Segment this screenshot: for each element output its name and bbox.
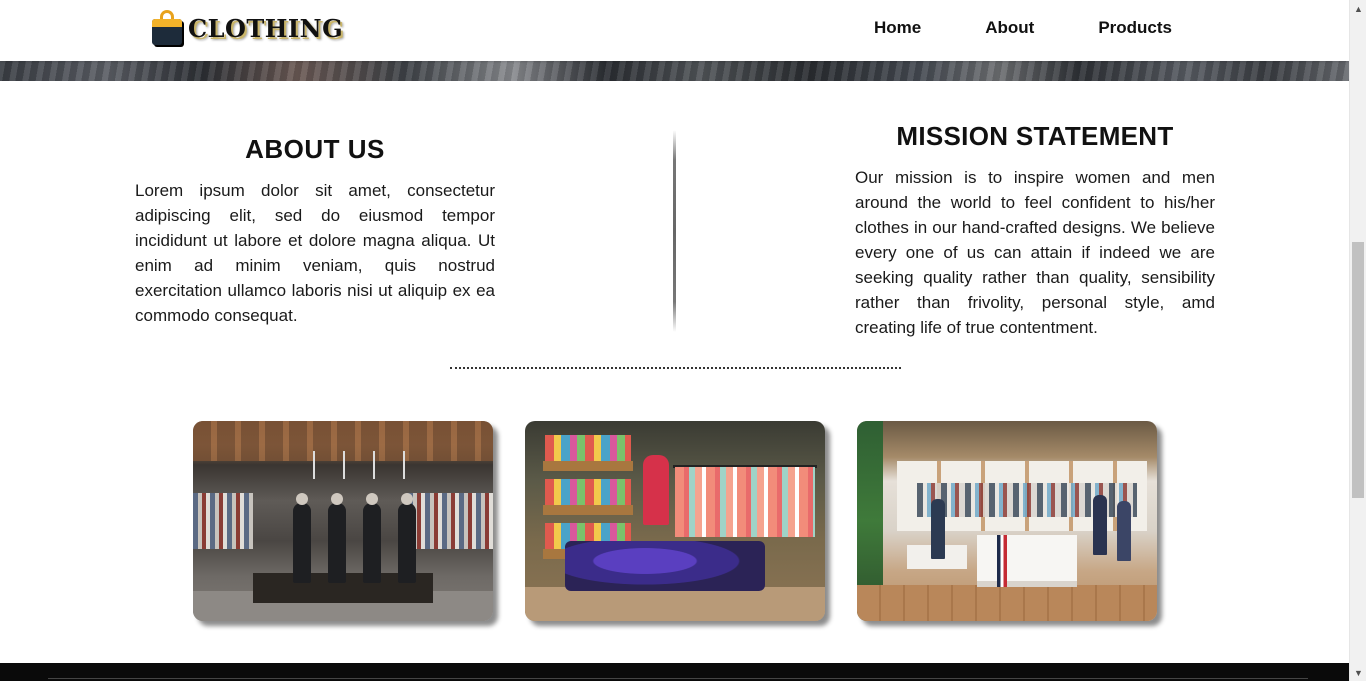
store-photo-1 <box>193 421 493 621</box>
nav-link-products[interactable]: Products <box>1098 18 1172 38</box>
logo-text: CLOTHING <box>188 13 344 43</box>
nav-link-about[interactable]: About <box>985 18 1034 38</box>
hero-banner-image <box>0 58 1349 81</box>
vertical-divider <box>673 130 676 332</box>
scroll-up-arrow-icon[interactable]: ▲ <box>1350 0 1366 17</box>
site-header: CLOTHING Home About Products <box>0 0 1349 61</box>
dotted-divider <box>450 367 901 369</box>
store-photo-3 <box>857 421 1157 621</box>
about-text: Lorem ipsum dolor sit amet, consectetur … <box>135 181 495 325</box>
store-gallery <box>193 421 1157 621</box>
mission-section: MISSION STATEMENT Our mission is to insp… <box>855 121 1215 340</box>
shopping-bag-icon <box>150 10 184 46</box>
about-section: ABOUT US Lorem ipsum dolor sit amet, con… <box>135 134 495 328</box>
mission-text: Our mission is to inspire women and men … <box>855 168 1215 337</box>
store-photo-2 <box>525 421 825 621</box>
scroll-down-arrow-icon[interactable]: ▼ <box>1350 664 1366 681</box>
vertical-scrollbar[interactable]: ▲ ▼ <box>1349 0 1366 681</box>
mission-heading: MISSION STATEMENT <box>896 121 1174 151</box>
footer <box>0 663 1349 681</box>
main-nav: Home About Products <box>874 18 1172 38</box>
nav-link-home[interactable]: Home <box>874 18 921 38</box>
logo[interactable]: CLOTHING <box>150 9 343 47</box>
about-heading: ABOUT US <box>245 134 385 164</box>
page: CLOTHING Home About Products ABOUT US Lo… <box>0 0 1349 681</box>
scrollbar-thumb[interactable] <box>1352 242 1364 498</box>
